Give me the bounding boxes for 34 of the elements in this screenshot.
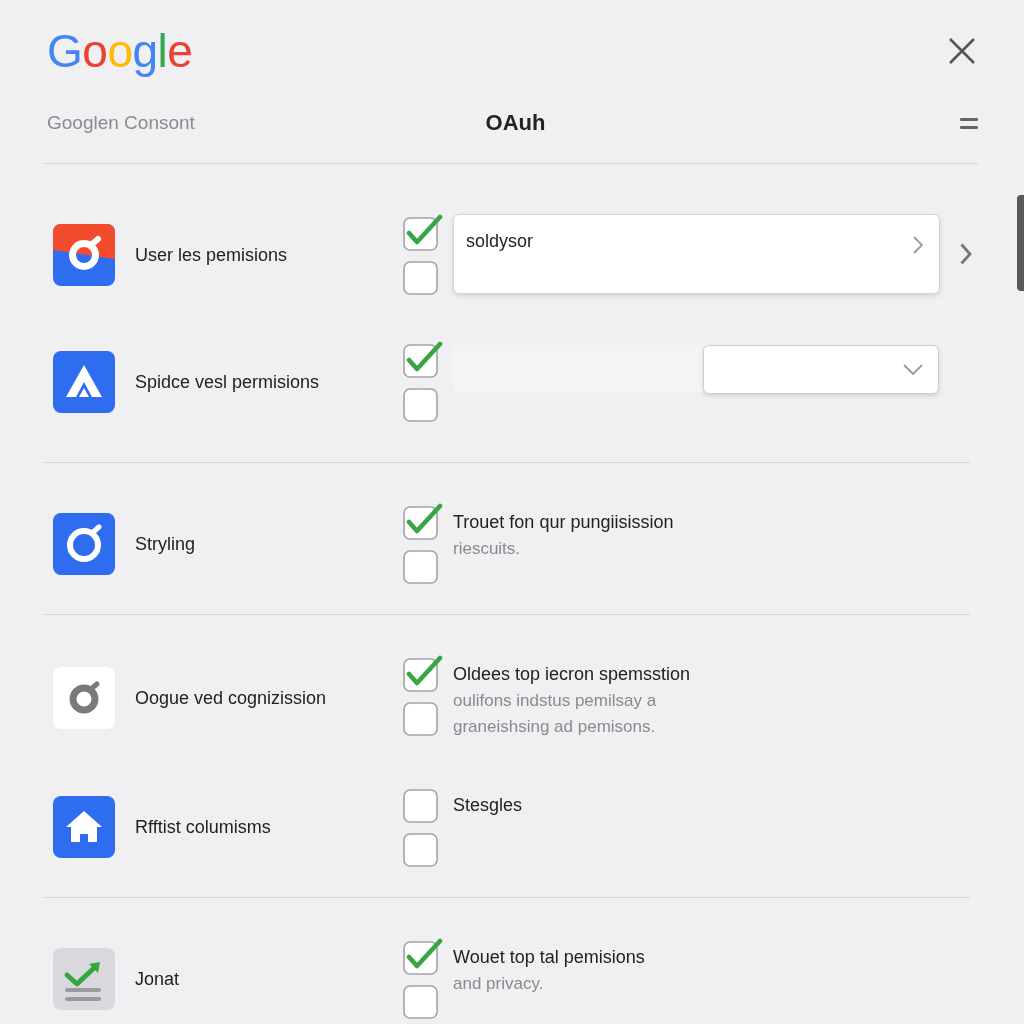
permission-label: Spidce vesl permisions (135, 370, 321, 394)
checkbox[interactable] (403, 655, 443, 692)
google-logo: Google (47, 26, 193, 76)
value-field[interactable]: soldysor (453, 214, 940, 294)
permission-title: Oldees top iecron spemsstion (453, 663, 691, 686)
checkbox[interactable] (403, 938, 443, 975)
permission-label: Rfftist columisms (135, 815, 272, 839)
permission-title: Wouet top tal pemisions (453, 946, 645, 969)
chevron-right-icon (913, 236, 923, 254)
permission-label: Stryling (135, 532, 197, 556)
menu-icon[interactable] (960, 117, 978, 129)
page-title: OAuh (485, 110, 546, 136)
permission-label: User les pemisions (135, 243, 289, 267)
permission-label: Oogue ved cognizission (135, 686, 328, 710)
scrollbar-thumb[interactable] (1017, 195, 1024, 291)
house-icon (53, 795, 115, 858)
permission-description: riescuits. (453, 538, 522, 560)
permission-description: oulifons indstus pemilsay a graneishsing ad pemisons. (453, 690, 658, 738)
checkbox[interactable] (403, 214, 443, 251)
chevron-right-icon[interactable] (960, 243, 972, 265)
consent-subtitle: Googlen Consont (47, 112, 195, 134)
permission-title: Stesgles (453, 794, 523, 817)
checkbox[interactable] (403, 341, 443, 378)
checkbox[interactable] (403, 503, 443, 540)
permission-description: and privacy. (453, 973, 545, 995)
close-icon[interactable] (948, 37, 976, 65)
dropdown-field[interactable] (703, 345, 939, 394)
ring-icon (53, 666, 115, 729)
ring-logo-icon (53, 223, 115, 286)
ring-icon (53, 512, 115, 575)
chevron-down-icon (903, 364, 923, 375)
peak-logo-icon (53, 350, 115, 413)
permission-title: Trouet fon qur pungiisission (453, 511, 674, 534)
permission-label: Jonat (135, 967, 181, 991)
